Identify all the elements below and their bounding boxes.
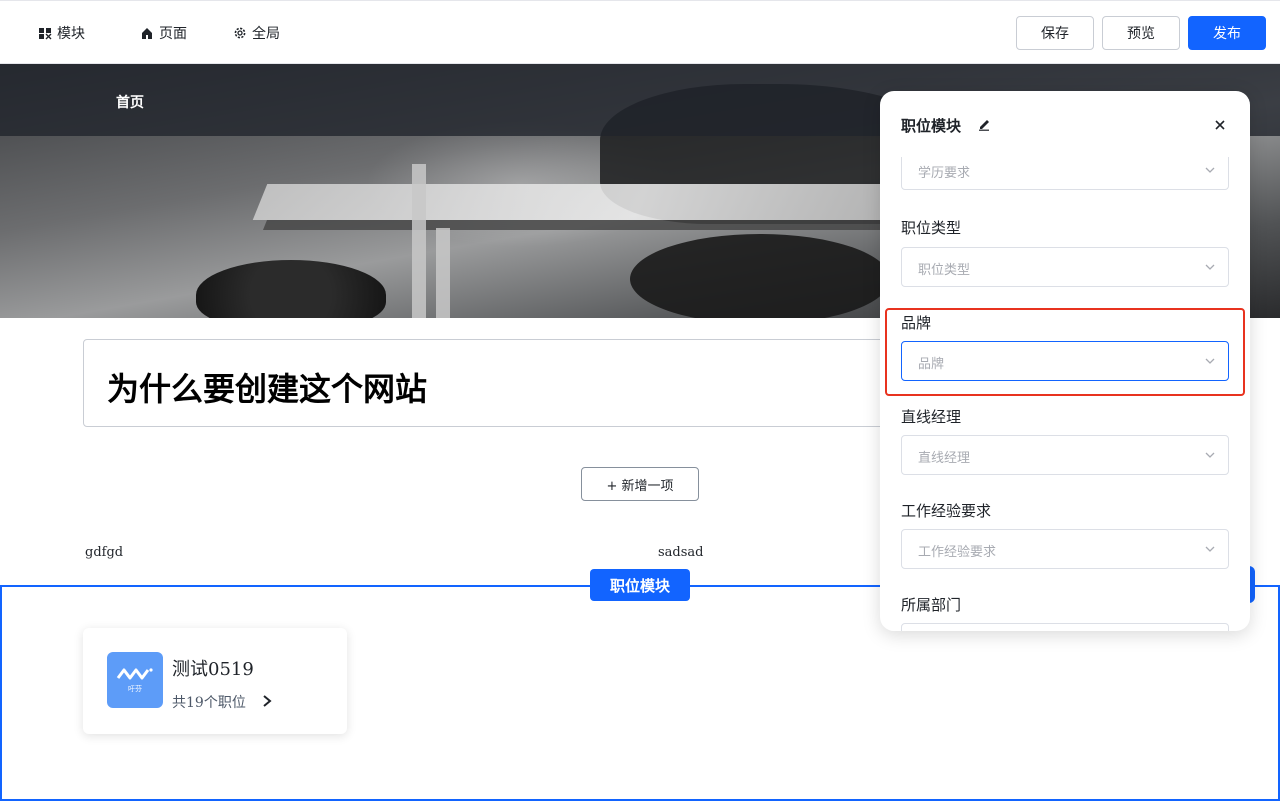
module-icon <box>39 28 52 40</box>
hero-image-chair <box>630 234 890 318</box>
settings-panel: 职位模块 学历要求 职位类型 职位类型 品牌 品牌 直线经理 直线经理 工作经验… <box>880 91 1250 631</box>
line-manager-select[interactable]: 直线经理 <box>901 435 1229 475</box>
close-icon[interactable] <box>1213 118 1227 132</box>
field-label: 直线经理 <box>901 408 962 426</box>
page-title: 为什么要创建这个网站 <box>107 370 428 408</box>
panel-title: 职位模块 <box>901 117 962 135</box>
nav-global-label: 全局 <box>252 26 280 42</box>
preview-button[interactable]: 预览 <box>1102 16 1180 50</box>
job-type-select[interactable]: 职位类型 <box>901 247 1229 287</box>
nav-pages[interactable]: 页面 <box>140 23 187 43</box>
chevron-down-icon <box>1205 452 1215 458</box>
hero-image-leg <box>412 164 426 318</box>
section-tag[interactable]: 职位模块 <box>590 569 690 601</box>
add-item-button[interactable]: + 新增一项 <box>581 467 699 501</box>
gear-icon <box>234 27 246 39</box>
brand-select[interactable]: 品牌 <box>901 341 1229 381</box>
department-select[interactable] <box>901 623 1229 631</box>
top-toolbar: 模块 页面 全局 保存 预览 发布 <box>0 0 1280 64</box>
edit-icon[interactable] <box>977 117 991 131</box>
field-label: 所属部门 <box>901 596 962 614</box>
company-logo: 吁芬 <box>107 652 163 708</box>
field-label: 工作经验要求 <box>901 502 992 520</box>
select-placeholder: 品牌 <box>918 357 945 372</box>
select-placeholder: 学历要求 <box>918 166 971 181</box>
title-block[interactable]: 为什么要创建这个网站 <box>83 339 903 427</box>
company-card[interactable]: 吁芬 测试0519 共19个职位 <box>83 628 347 734</box>
home-icon <box>142 28 152 39</box>
chevron-down-icon <box>1205 264 1215 270</box>
nav-modules[interactable]: 模块 <box>38 23 85 43</box>
nav-pages-label: 页面 <box>159 26 187 42</box>
field-label: 职位类型 <box>901 219 962 237</box>
chevron-down-icon <box>1205 358 1215 364</box>
logo-wave-icon <box>116 668 153 680</box>
experience-select[interactable]: 工作经验要求 <box>901 529 1229 569</box>
chevron-right-icon[interactable] <box>261 694 273 708</box>
hero-image-chair <box>196 260 386 318</box>
panel-form: 学历要求 职位类型 职位类型 品牌 品牌 直线经理 直线经理 工作经验要求 工作… <box>880 157 1250 631</box>
publish-button[interactable]: 发布 <box>1188 16 1266 50</box>
select-placeholder: 职位类型 <box>918 263 971 278</box>
save-button[interactable]: 保存 <box>1016 16 1094 50</box>
column-label: sadsad <box>658 545 704 560</box>
chevron-down-icon <box>1205 167 1215 173</box>
education-select[interactable]: 学历要求 <box>901 157 1229 190</box>
select-placeholder: 直线经理 <box>918 451 971 466</box>
company-job-count: 共19个职位 <box>172 695 246 711</box>
column-label: gdfgd <box>85 545 124 560</box>
field-label: 品牌 <box>901 314 932 332</box>
chevron-down-icon <box>1205 546 1215 552</box>
select-placeholder: 工作经验要求 <box>918 545 997 560</box>
site-nav-home[interactable]: 首页 <box>116 92 144 112</box>
hero-image-leg <box>436 228 450 318</box>
company-name: 测试0519 <box>172 659 254 680</box>
nav-global[interactable]: 全局 <box>233 23 280 43</box>
nav-modules-label: 模块 <box>57 26 85 42</box>
logo-text: 吁芬 <box>128 685 142 693</box>
